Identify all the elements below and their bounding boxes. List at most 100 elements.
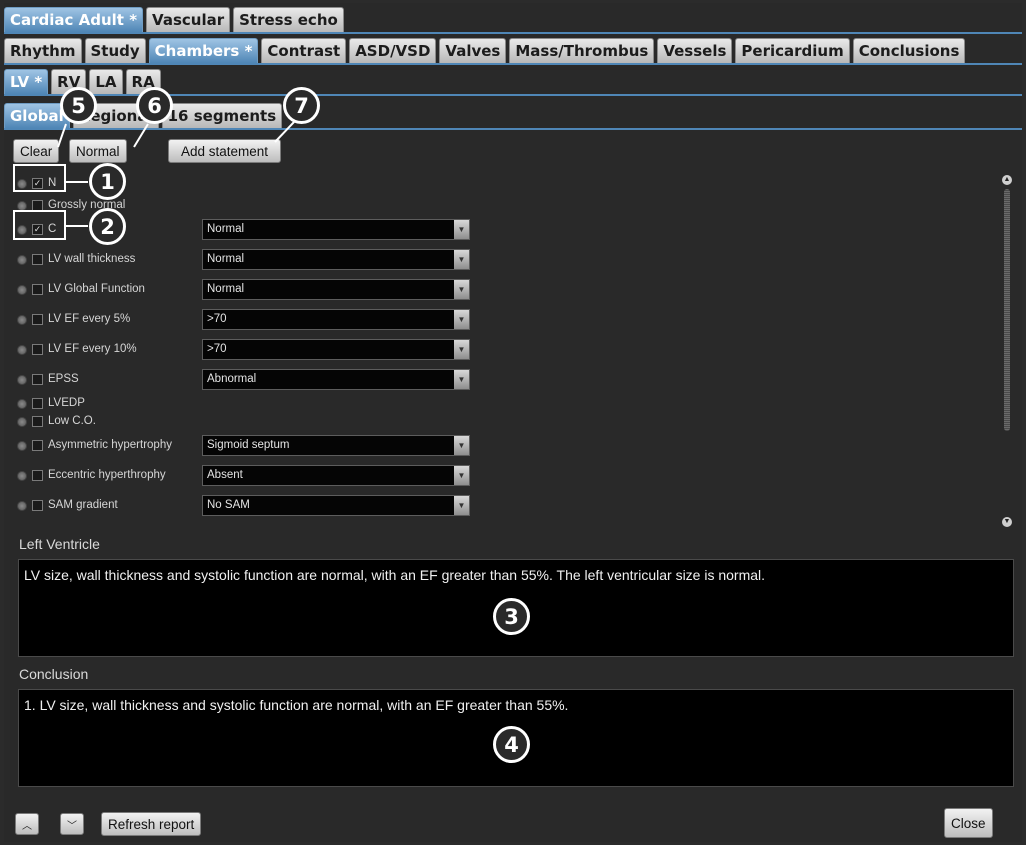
- callout-7: 7: [283, 87, 320, 124]
- report-window: Cardiac Adult * Vascular Stress echo Rhyth…: [4, 3, 1022, 842]
- statement-radio[interactable]: [17, 501, 27, 511]
- scroll-down-icon[interactable]: ▼: [1002, 517, 1012, 527]
- close-button[interactable]: Close: [944, 808, 993, 838]
- dropdown-arrow-icon[interactable]: ▼: [454, 496, 469, 515]
- statement-checkbox[interactable]: [32, 470, 43, 481]
- statement-dropdown[interactable]: No SAM ▼: [202, 495, 470, 516]
- statement-checkbox[interactable]: [32, 314, 43, 325]
- statement-radio[interactable]: [17, 441, 27, 451]
- dropdown-arrow-icon[interactable]: ▼: [454, 466, 469, 485]
- statement-checkbox[interactable]: [32, 500, 43, 511]
- statement-radio[interactable]: [17, 255, 27, 265]
- statement-radio[interactable]: [17, 471, 27, 481]
- statement-label: LVEDP: [48, 397, 85, 409]
- statement-label: Asymmetric hypertrophy: [48, 439, 172, 451]
- conclusion-text: 1. LV size, wall thickness and systolic …: [24, 697, 569, 713]
- checkbox-highlight-1: [13, 164, 66, 192]
- tab-pericardium[interactable]: Pericardium: [735, 38, 850, 63]
- tab-asd-vsd[interactable]: ASD/VSD: [349, 38, 437, 63]
- statement-row[interactable]: ✓ N: [14, 173, 484, 195]
- tab-la[interactable]: LA: [89, 69, 123, 94]
- statement-row[interactable]: Grossly normal: [14, 195, 484, 217]
- statement-row[interactable]: EPSS Abnormal ▼: [14, 369, 484, 391]
- statement-row[interactable]: Asymmetric hypertrophy Sigmoid septum ▼: [14, 435, 484, 457]
- tab-lv[interactable]: LV *: [4, 69, 49, 94]
- dropdown-value: Absent: [207, 469, 243, 481]
- statement-dropdown[interactable]: Normal ▼: [202, 279, 470, 300]
- tabs-sections: Rhythm Study Chambers * Contrast ASD/VSD Valv…: [4, 38, 966, 63]
- statement-radio[interactable]: [17, 285, 27, 295]
- tab-contrast[interactable]: Contrast: [261, 38, 347, 63]
- tab-stress-echo[interactable]: Stress echo: [233, 7, 344, 32]
- dropdown-value: Normal: [207, 253, 245, 265]
- statement-dropdown[interactable]: Abnormal ▼: [202, 369, 470, 390]
- statement-checkbox[interactable]: [32, 440, 43, 451]
- statement-row[interactable]: Eccentric hyperthrophy Absent ▼: [14, 465, 484, 487]
- left-ventricle-label: Left Ventricle: [19, 536, 100, 552]
- statement-dropdown[interactable]: Absent ▼: [202, 465, 470, 486]
- callout-6: 6: [136, 87, 173, 124]
- dropdown-arrow-icon[interactable]: ▼: [454, 370, 469, 389]
- statement-checkbox[interactable]: [32, 416, 43, 427]
- dropdown-arrow-icon[interactable]: ▼: [454, 436, 469, 455]
- statement-dropdown[interactable]: Normal ▼: [202, 219, 470, 240]
- dropdown-value: Normal: [207, 283, 245, 295]
- chevron-down-icon: ﹀: [67, 820, 77, 832]
- move-up-button[interactable]: ︿: [15, 813, 39, 835]
- statement-row[interactable]: LV EF every 5% >70 ▼: [14, 309, 484, 331]
- scrollbar-thumb[interactable]: [1004, 189, 1010, 431]
- refresh-report-button[interactable]: Refresh report: [101, 812, 202, 836]
- tab-valves[interactable]: Valves: [439, 38, 507, 63]
- callout-5: 5: [60, 87, 97, 124]
- tab-conclusions[interactable]: Conclusions: [852, 38, 966, 63]
- callout-3: 3: [493, 598, 530, 635]
- tab-cardiac-adult[interactable]: Cardiac Adult *: [4, 7, 144, 32]
- move-down-button[interactable]: ﹀: [60, 813, 84, 835]
- tab-mass-thrombus[interactable]: Mass/Thrombus: [509, 38, 655, 63]
- statement-dropdown[interactable]: >70 ▼: [202, 309, 470, 330]
- callout-1: 1: [89, 163, 126, 200]
- scroll-up-icon[interactable]: ▲: [1002, 175, 1012, 185]
- tab-16-segments[interactable]: 16 segments: [161, 103, 283, 128]
- statement-radio[interactable]: [17, 375, 27, 385]
- dropdown-arrow-icon[interactable]: ▼: [454, 310, 469, 329]
- statement-row[interactable]: LV EF every 10% >70 ▼: [14, 339, 484, 361]
- statement-radio[interactable]: [17, 345, 27, 355]
- statement-radio[interactable]: [17, 315, 27, 325]
- dropdown-arrow-icon[interactable]: ▼: [454, 250, 469, 269]
- checkbox-highlight-2: [13, 210, 66, 240]
- tab-rhythm[interactable]: Rhythm: [4, 38, 82, 63]
- tab-study[interactable]: Study: [84, 38, 146, 63]
- conclusion-label: Conclusion: [19, 666, 89, 682]
- statement-dropdown[interactable]: Sigmoid septum ▼: [202, 435, 470, 456]
- tab-chambers[interactable]: Chambers *: [148, 38, 259, 63]
- statement-dropdown[interactable]: >70 ▼: [202, 339, 470, 360]
- statement-checkbox[interactable]: [32, 344, 43, 355]
- tab-vascular[interactable]: Vascular: [146, 7, 231, 32]
- statement-checkbox[interactable]: [32, 398, 43, 409]
- statement-row[interactable]: LV wall thickness Normal ▼: [14, 249, 484, 271]
- statement-radio[interactable]: [17, 399, 27, 409]
- statement-row[interactable]: Low C.O.: [14, 411, 484, 433]
- dropdown-arrow-icon[interactable]: ▼: [454, 280, 469, 299]
- statement-row[interactable]: LV Global Function Normal ▼: [14, 279, 484, 301]
- statement-checkbox[interactable]: [32, 254, 43, 265]
- tab-vessels[interactable]: Vessels: [657, 38, 733, 63]
- dropdown-arrow-icon[interactable]: ▼: [454, 220, 469, 239]
- statement-radio[interactable]: [17, 417, 27, 427]
- statement-dropdown[interactable]: Normal ▼: [202, 249, 470, 270]
- statement-label: EPSS: [48, 373, 79, 385]
- normal-button[interactable]: Normal: [69, 139, 127, 163]
- clear-button[interactable]: Clear: [13, 139, 60, 163]
- dropdown-value: >70: [207, 313, 227, 325]
- list-scrollbar[interactable]: ▲ ▼: [1002, 175, 1012, 527]
- statement-row[interactable]: SAM gradient No SAM ▼: [14, 495, 484, 517]
- dropdown-arrow-icon[interactable]: ▼: [454, 340, 469, 359]
- callout-2: 2: [89, 208, 126, 245]
- statement-label: Low C.O.: [48, 415, 96, 427]
- statement-checkbox[interactable]: [32, 374, 43, 385]
- statement-row[interactable]: ✓ C Normal ▼: [14, 219, 484, 241]
- add-statement-button[interactable]: Add statement: [168, 139, 281, 163]
- statement-label: LV wall thickness: [48, 253, 136, 265]
- statement-checkbox[interactable]: [32, 284, 43, 295]
